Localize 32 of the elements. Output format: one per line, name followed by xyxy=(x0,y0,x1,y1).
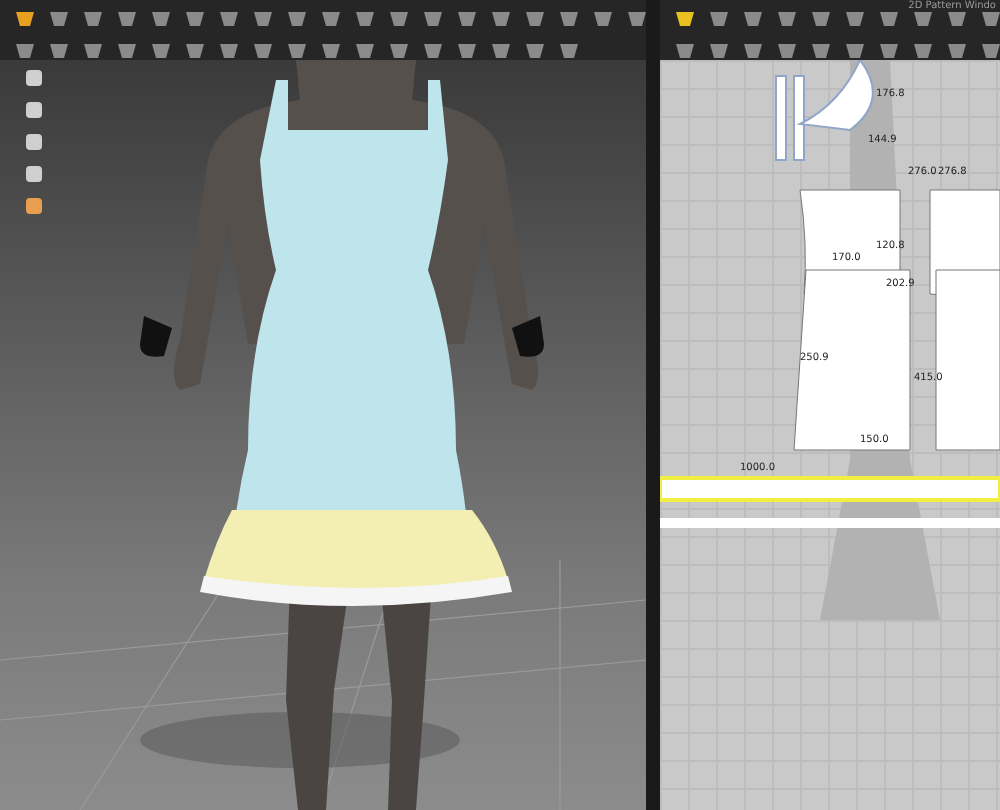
tool-icon[interactable] xyxy=(978,6,1000,30)
tool-icon[interactable] xyxy=(284,6,310,30)
tool-icon[interactable] xyxy=(706,6,732,30)
tool-icon[interactable] xyxy=(978,38,1000,62)
tool-icon[interactable] xyxy=(454,6,480,30)
tool-icon[interactable] xyxy=(318,6,344,30)
armhole-piece xyxy=(799,60,874,131)
tool-icon[interactable] xyxy=(876,6,902,30)
tool-icon[interactable] xyxy=(182,6,208,30)
tool-icon[interactable] xyxy=(216,6,242,30)
tool-icon[interactable] xyxy=(842,6,868,30)
strap-piece xyxy=(775,75,805,161)
tool-icon[interactable] xyxy=(148,6,174,30)
tool-icon[interactable] xyxy=(250,6,276,30)
tool-icon[interactable] xyxy=(556,6,582,30)
tool-icon[interactable] xyxy=(740,6,766,30)
tool-icon[interactable] xyxy=(114,6,140,30)
tool-icon[interactable] xyxy=(12,6,38,30)
tool-icon[interactable] xyxy=(522,6,548,30)
tool-icon[interactable] xyxy=(808,6,834,30)
tool-icon[interactable] xyxy=(420,6,446,30)
tool-icon[interactable] xyxy=(944,6,970,30)
tool-icon[interactable] xyxy=(352,6,378,30)
tool-icon[interactable] xyxy=(624,6,650,30)
tool-icon[interactable] xyxy=(488,6,514,30)
tool-icon[interactable] xyxy=(386,6,412,30)
tool-icon[interactable] xyxy=(672,6,698,30)
tool-icon[interactable] xyxy=(910,6,936,30)
tool-icon[interactable] xyxy=(774,6,800,30)
tool-icon[interactable] xyxy=(80,6,106,30)
tool-icon[interactable] xyxy=(46,6,72,30)
tool-icon[interactable] xyxy=(590,6,616,30)
